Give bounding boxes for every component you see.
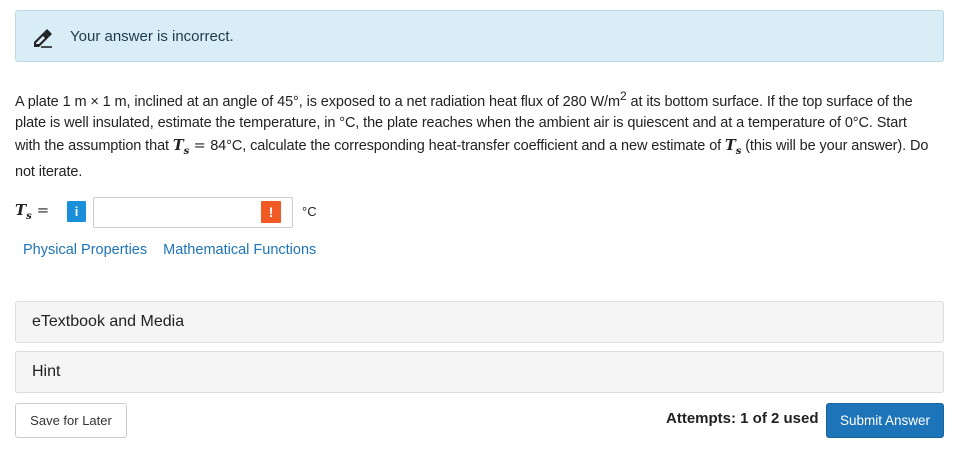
attempts-counter: Attempts: 1 of 2 used xyxy=(666,410,819,427)
save-for-later-button[interactable]: Save for Later xyxy=(15,403,127,438)
eraser-pencil-icon xyxy=(31,25,55,49)
question-text: A plate 1 m × 1 m, inclined at an angle … xyxy=(15,86,935,184)
submit-answer-button[interactable]: Submit Answer xyxy=(826,403,944,438)
resource-links: Physical Properties Mathematical Functio… xyxy=(23,242,328,258)
physical-properties-link[interactable]: Physical Properties xyxy=(23,242,147,258)
question-part3: 84°C, calculate the corresponding heat-t… xyxy=(210,137,726,154)
unit-label: °C xyxy=(302,204,317,219)
hint-accordion[interactable]: Hint xyxy=(15,351,944,393)
var-ts-2: Ts xyxy=(725,136,742,157)
info-icon[interactable]: i xyxy=(67,201,86,222)
mathematical-functions-link[interactable]: Mathematical Functions xyxy=(163,242,316,258)
feedback-message: Your answer is incorrect. xyxy=(70,28,234,45)
equals-sign: = xyxy=(189,137,211,154)
warning-icon[interactable]: ! xyxy=(261,201,281,223)
answer-label: Ts = xyxy=(15,201,50,222)
superscript-2: 2 xyxy=(619,89,627,103)
etextbook-accordion[interactable]: eTextbook and Media xyxy=(15,301,944,343)
var-ts: Ts xyxy=(172,136,190,157)
feedback-alert: Your answer is incorrect. xyxy=(15,10,944,62)
answer-row: Ts = i ! °C xyxy=(15,196,415,228)
question-part1: A plate 1 m × 1 m, inclined at an angle … xyxy=(15,93,620,110)
